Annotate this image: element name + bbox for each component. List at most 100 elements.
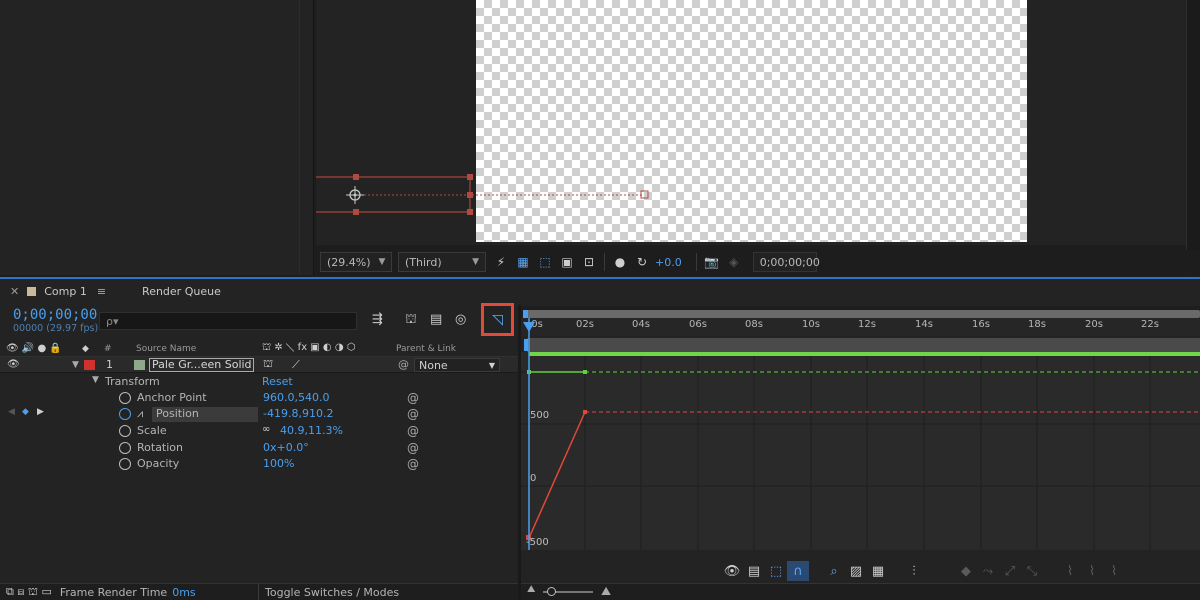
current-time-display[interactable]: 0;00;00;00 <box>13 307 97 323</box>
zoom-value: (29.4%) <box>327 255 371 269</box>
next-keyframe-icon[interactable]: ▶ <box>37 407 44 417</box>
show-snapshot-icon[interactable]: ◈ <box>725 253 743 271</box>
layer-name[interactable]: Pale Gr...een Solid 1 <box>149 358 254 372</box>
reset-exposure-icon[interactable]: ↻ <box>633 253 651 271</box>
grid-guides-icon[interactable]: ⊡ <box>580 253 598 271</box>
stopwatch-icon[interactable] <box>119 425 131 437</box>
property-value[interactable]: 40.9,11.3% <box>280 424 343 437</box>
graph-editor-icon: ◹ <box>492 311 503 328</box>
prev-keyframe-icon[interactable]: ◀ <box>8 407 15 417</box>
expand-chevron-icon[interactable]: ▼ <box>72 360 79 370</box>
property-scale[interactable]: Scale ∞ 40.9,11.3% @ <box>0 424 518 440</box>
stopwatch-icon[interactable] <box>119 392 131 404</box>
label-tag-icon[interactable]: ◆ <box>82 344 89 354</box>
tab-comp-1[interactable]: ✕ Comp 1 ≡ <box>10 285 106 298</box>
separate-dimensions-icon[interactable]: ⫶ <box>903 561 925 581</box>
layer-label-color[interactable] <box>84 360 95 370</box>
column-num[interactable]: # <box>104 344 112 354</box>
region-of-interest-icon[interactable]: ▣ <box>558 253 576 271</box>
zoom-in-mountain-icon[interactable]: ⛰ <box>601 584 611 599</box>
column-header: 👁 🔊 ● 🔒 ◆ # Source Name ⛫ ✲ ⟍ fx ▣ ◐ ◑ ⬡… <box>0 341 518 357</box>
pick-whip-icon[interactable]: @ <box>407 391 419 405</box>
search-icon: ρ▾ <box>106 314 119 328</box>
reset-link[interactable]: Reset <box>262 375 293 388</box>
layer-number: 1 <box>106 358 113 371</box>
snapping-magnet-icon[interactable]: ∩ <box>787 561 809 581</box>
pick-whip-icon[interactable]: @ <box>407 424 419 438</box>
column-parent-link[interactable]: Parent & Link <box>396 344 456 354</box>
layer-search-input[interactable]: ρ▾ <box>99 312 357 330</box>
pick-whip-icon[interactable]: @ <box>398 358 409 371</box>
viewer-timecode[interactable]: 0;00;00;00 <box>752 252 820 272</box>
frame-blending-icon[interactable]: ▤ <box>430 312 442 327</box>
channel-rgb-icon[interactable]: ● <box>611 253 629 271</box>
exposure-value[interactable]: +0.0 <box>655 256 682 269</box>
graph-include-icon[interactable]: ⩘ <box>137 407 143 421</box>
link-constrain-icon[interactable]: ∞ <box>262 424 270 435</box>
resolution-dropdown[interactable]: (Third) ▼ <box>398 252 486 272</box>
draft-3d-icon[interactable]: ⛫ <box>405 312 417 329</box>
snapshot-camera-icon[interactable]: 📷 <box>703 253 721 271</box>
graph-y-label: -500 <box>526 537 549 548</box>
pick-whip-icon[interactable]: @ <box>407 407 419 421</box>
easy-ease-icon[interactable]: ⌇ <box>1059 561 1081 581</box>
frame-rate-display: 00000 (29.97 fps) <box>13 323 99 334</box>
property-position[interactable]: ◀ ◆ ▶ ⩘ Position -419.8,910.2 @ <box>0 407 518 423</box>
fit-selection-icon[interactable]: ▨ <box>845 561 867 581</box>
av-features-icons: 👁 🔊 ● 🔒 <box>6 343 62 354</box>
easy-ease-out-icon[interactable]: ⌇ <box>1103 561 1125 581</box>
panel-menu-icon[interactable]: ≡ <box>97 285 106 298</box>
property-value[interactable]: 960.0,540.0 <box>263 391 329 404</box>
fast-previews-icon[interactable]: ⚡ <box>492 253 510 271</box>
quality-switch-icon[interactable]: ⟋ <box>292 358 300 372</box>
transform-group[interactable]: ▼ Transform Reset <box>0 375 518 391</box>
keyframe-icon[interactable]: ◆ <box>22 407 29 417</box>
pick-whip-icon[interactable]: @ <box>407 457 419 471</box>
edit-keyframe-icon[interactable]: ◆ <box>955 561 977 581</box>
tab-render-queue[interactable]: Render Queue <box>142 285 221 298</box>
property-rotation[interactable]: Rotation 0x+0.0° @ <box>0 441 518 457</box>
expand-chevron-icon[interactable]: ▼ <box>92 375 99 385</box>
property-opacity[interactable]: Opacity 100% @ <box>0 457 518 473</box>
property-value[interactable]: -419.8,910.2 <box>263 407 333 420</box>
zoom-dropdown[interactable]: (29.4%) ▼ <box>320 252 392 272</box>
mask-visibility-icon[interactable]: ⬚ <box>536 253 554 271</box>
composition-flowchart-icon[interactable]: ⇶ <box>372 312 383 327</box>
stopwatch-icon[interactable] <box>119 442 131 454</box>
column-source-name[interactable]: Source Name <box>136 344 196 354</box>
chevron-down-icon: ▼ <box>488 360 495 370</box>
toggle-switches-modes-button[interactable]: Toggle Switches / Modes <box>265 586 399 599</box>
easy-ease-in-icon[interactable]: ⌇ <box>1081 561 1103 581</box>
layer-switches-icons[interactable]: ⧉ ⧈ ⛫ ▭ <box>6 585 52 600</box>
property-name: Scale <box>137 424 167 437</box>
auto-bezier-icon[interactable]: ⤡ <box>1021 561 1043 581</box>
motion-blur-icon[interactable]: ◎ <box>455 312 466 327</box>
fit-all-icon[interactable]: ▦ <box>867 561 889 581</box>
pick-whip-icon[interactable]: @ <box>407 441 419 455</box>
right-panel-edge <box>1186 0 1200 275</box>
project-panel <box>0 0 314 275</box>
property-anchor-point[interactable]: Anchor Point 960.0,540.0 @ <box>0 391 518 407</box>
shy-switch-icon[interactable]: ⛫ <box>263 357 273 372</box>
zoom-out-mountain-icon[interactable]: ⛰ <box>527 584 535 595</box>
stopwatch-icon[interactable] <box>119 458 131 470</box>
stopwatch-icon[interactable] <box>119 408 131 420</box>
layer-row[interactable]: 👁 ▼ 1 Pale Gr...een Solid 1 ⛫ ⟋ @ None ▼ <box>0 357 518 373</box>
show-transform-box-icon[interactable]: ⬚ <box>765 561 787 581</box>
graph-editor-button[interactable]: ◹ <box>481 303 514 336</box>
close-icon[interactable]: ✕ <box>10 285 19 298</box>
timeline-status-bar: ⧉ ⧈ ⛫ ▭ Frame Render Time 0ms Toggle Swi… <box>0 583 518 600</box>
linear-keyframe-icon[interactable]: ⤢ <box>999 561 1021 581</box>
auto-zoom-icon[interactable]: ⌕ <box>823 561 845 581</box>
layer-bounds-overlay[interactable] <box>316 168 656 220</box>
property-value[interactable]: 0x+0.0° <box>263 441 309 454</box>
parent-dropdown[interactable]: None ▼ <box>414 358 500 372</box>
eye-icon[interactable]: 👁 <box>7 359 20 370</box>
graph-options-icon[interactable]: ▤ <box>743 561 765 581</box>
show-properties-eye-icon[interactable]: 👁 <box>721 561 743 581</box>
transparency-grid-icon[interactable]: ▦ <box>514 253 532 271</box>
zoom-slider-handle[interactable] <box>547 587 556 596</box>
graph-editor-curves[interactable] <box>521 306 1200 550</box>
hold-keyframe-icon[interactable]: ⤳ <box>977 561 999 581</box>
property-value[interactable]: 100% <box>263 457 294 470</box>
